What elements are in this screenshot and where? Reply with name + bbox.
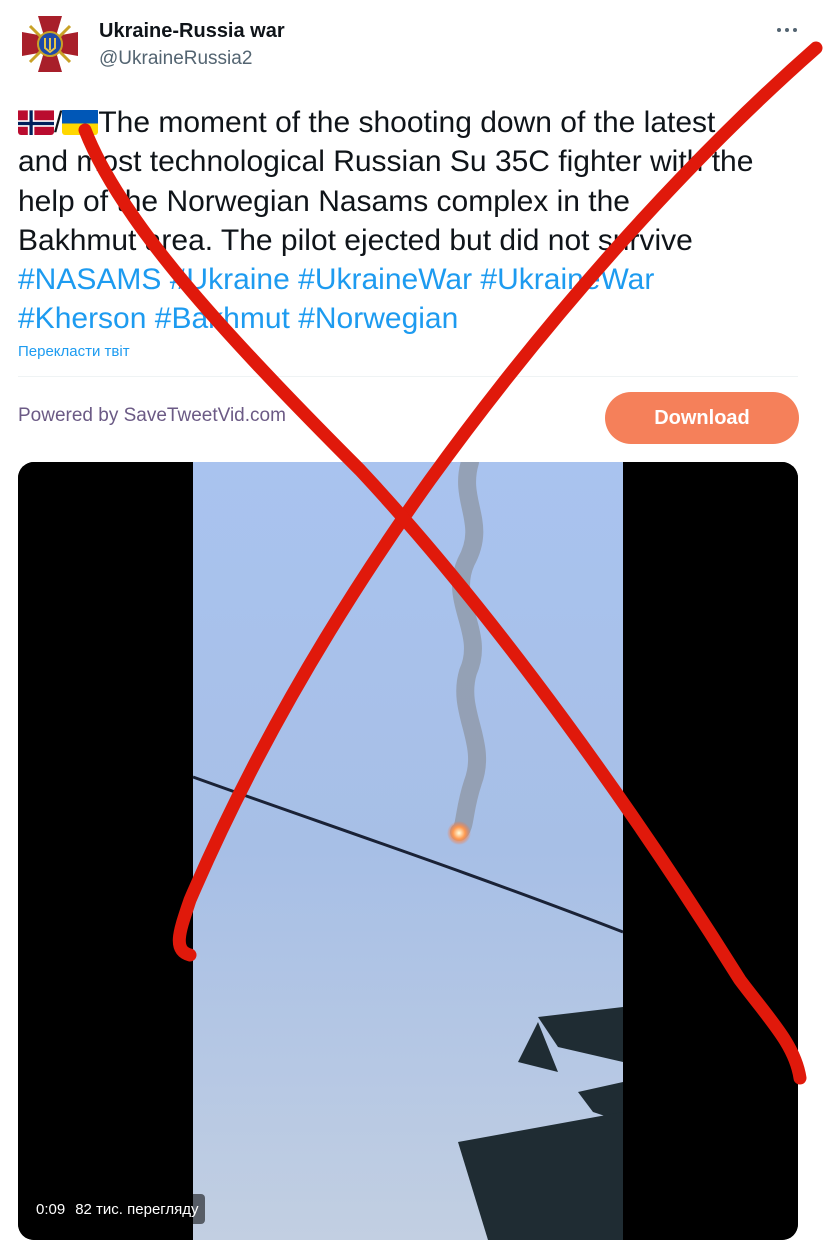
tweet-text: / The moment of the shooting down of the … [18,103,818,339]
video-view-count: 82 тис. перегляду [75,1200,199,1218]
video-player[interactable]: 0:09 82 тис. перегляду [18,462,798,1240]
tweet-line-4: Bakhmut area. The pilot ejected but did … [18,223,693,257]
sky-area [193,462,623,1240]
tweet-line-1: The moment of the shooting down of the l… [98,106,716,139]
hashtag-link[interactable]: #NASAMS [18,263,161,296]
author-handle[interactable]: @UkraineRussia2 [99,48,252,70]
avatar[interactable] [18,12,82,76]
tweet-line-2: and most technological Russian Su 35C fi… [18,145,754,179]
hashtag-link[interactable]: #Bakhmut [155,302,290,335]
ukraine-flag-icon [62,108,99,135]
hashtag-link[interactable]: #Kherson [18,302,146,335]
norway-flag-icon [18,108,54,135]
tweet-line-3: help of the Norwegian Nasams complex in … [18,184,630,218]
author-name[interactable]: Ukraine-Russia war [99,20,285,43]
fireball [447,821,471,845]
more-options-icon[interactable] [770,18,804,42]
tweet-line: / The moment of the shooting down of the … [18,103,818,142]
translate-tweet-link[interactable]: Перекласти твіт [18,343,130,360]
military-emblem-icon [18,12,82,76]
video-duration: 0:09 [36,1200,66,1218]
video-meta: 0:09 82 тис. перегляду [30,1194,205,1224]
download-button[interactable]: Download [605,392,799,444]
hashtag-link[interactable]: #Ukraine [170,263,290,296]
video-frame [18,462,798,1240]
powered-by-text: Powered by SaveTweetVid.com [18,405,286,426]
hashtag-line-2: #Kherson #Bakhmut #Norwegian [18,299,818,338]
hashtag-link[interactable]: #UkraineWar [298,263,472,296]
flag-separator: / [54,106,63,139]
hashtag-link[interactable]: #Norwegian [298,302,458,335]
hashtag-line-1: #NASAMS #Ukraine #UkraineWar #UkraineWar [18,260,818,299]
divider [18,376,798,377]
hashtag-link[interactable]: #UkraineWar [480,263,654,296]
